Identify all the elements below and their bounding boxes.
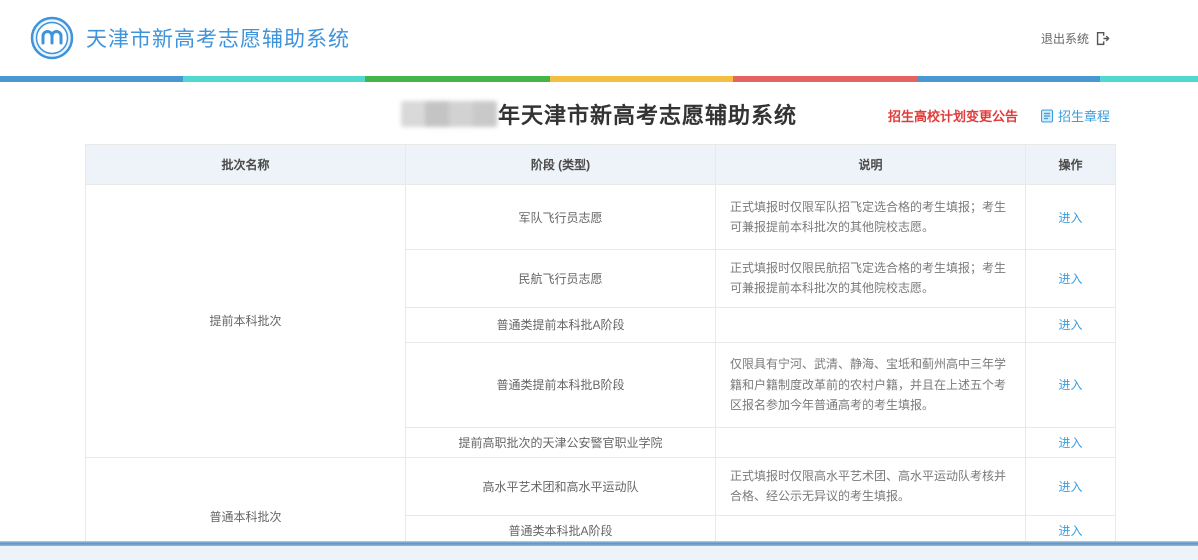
- plan-change-notice-link[interactable]: 招生高校计划变更公告: [888, 106, 1018, 125]
- document-icon: [1040, 109, 1054, 123]
- desc-cell: 正式填报时仅限民航招飞定选合格的考生填报；考生可兼报提前本科批次的其他院校志愿。: [715, 249, 1026, 308]
- enter-link[interactable]: 进入: [1058, 436, 1082, 450]
- enter-link[interactable]: 进入: [1058, 480, 1082, 494]
- desc-cell: 仅限具有宁河、武清、静海、宝坻和蓟州高中三年学籍和户籍制度改革前的农村户籍，并且…: [715, 341, 1026, 428]
- brand: 天津市新高考志愿辅助系统: [30, 16, 350, 60]
- window-bottom-edge: [0, 541, 1198, 546]
- desc-cell: 正式填报时仅限高水平艺术团、高水平运动队考核并合格、经公示无异议的考生填报。: [715, 456, 1026, 516]
- batch-cell: 提前本科批次: [85, 184, 406, 458]
- col-header-desc: 说明: [715, 144, 1026, 185]
- logout-icon: [1095, 31, 1110, 46]
- enter-link[interactable]: 进入: [1058, 211, 1082, 225]
- stage-cell: 提前高职批次的天津公安警官职业学院: [405, 426, 716, 458]
- table-header-row: 批次名称 阶段 (类型) 说明 操作: [85, 144, 1116, 185]
- stage-cell: 高水平艺术团和高水平运动队: [405, 456, 716, 516]
- table-row: 提前本科批次 军队飞行员志愿 正式填报时仅限军队招飞定选合格的考生填报；考生可兼…: [85, 184, 1116, 458]
- enter-link[interactable]: 进入: [1058, 318, 1082, 332]
- app-header: 天津市新高考志愿辅助系统 退出系统: [0, 0, 1198, 76]
- col-header-stage: 阶段 (类型): [405, 144, 716, 185]
- desc-cell: [715, 426, 1026, 458]
- desc-cell: 正式填报时仅限军队招飞定选合格的考生填报；考生可兼报提前本科批次的其他院校志愿。: [715, 184, 1026, 250]
- table-row: 普通本科批次 高水平艺术团和高水平运动队 正式填报时仅限高水平艺术团、高水平运动…: [85, 456, 1116, 560]
- brand-title: 天津市新高考志愿辅助系统: [86, 28, 350, 51]
- stage-cell: 民航飞行员志愿: [405, 249, 716, 308]
- window-bottom-strip: [0, 546, 1198, 560]
- brand-logo-icon: [30, 16, 74, 60]
- charter-link-label: 招生章程: [1057, 109, 1110, 124]
- enter-link[interactable]: 进入: [1058, 378, 1082, 392]
- enter-link[interactable]: 进入: [1058, 272, 1082, 286]
- logout-label: 退出系统: [1040, 31, 1089, 46]
- col-header-action: 操作: [1025, 144, 1116, 185]
- logout-button[interactable]: 退出系统: [1041, 30, 1110, 47]
- batch-table: 批次名称 阶段 (类型) 说明 操作 提前本科批次 军队飞行员志愿 正式填报时仅…: [85, 144, 1116, 560]
- charter-link[interactable]: 招生章程: [1040, 106, 1110, 125]
- redacted-year: [400, 101, 497, 127]
- stage-cell: 军队飞行员志愿: [405, 184, 716, 250]
- page-title-text: 年天津市新高考志愿辅助系统: [497, 103, 797, 128]
- stage-cell: 普通类提前本科批A阶段: [405, 306, 716, 343]
- app-window: 天津市新高考志愿辅助系统 退出系统 年天津市新高考志愿辅助系统 招生高校计划变更…: [0, 0, 1198, 560]
- desc-cell: [715, 306, 1026, 343]
- col-header-batch: 批次名称: [85, 144, 406, 185]
- page-title-row: 年天津市新高考志愿辅助系统 招生高校计划变更公告 招生章程: [0, 82, 1198, 144]
- stage-cell: 普通类提前本科批B阶段: [405, 341, 716, 428]
- enter-link[interactable]: 进入: [1058, 524, 1082, 538]
- title-links: 招生高校计划变更公告 招生章程: [888, 106, 1110, 125]
